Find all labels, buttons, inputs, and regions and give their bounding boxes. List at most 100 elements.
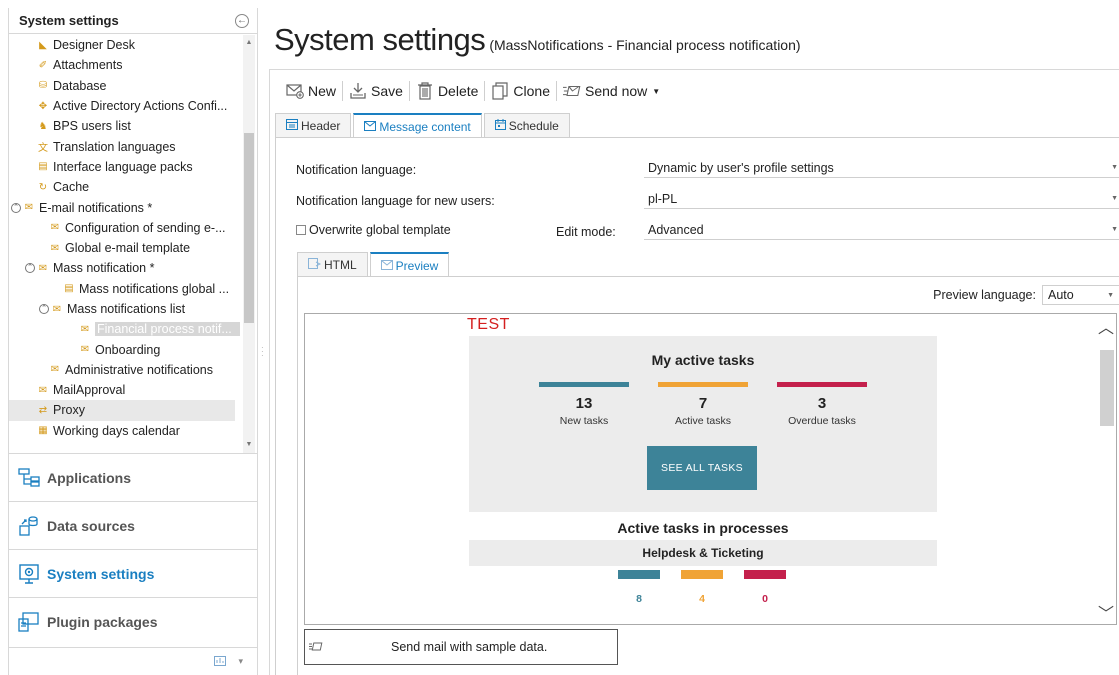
tree-item[interactable]: ⌃ ✉ E-mail notifications * [9,197,257,217]
active-tasks-in-processes-title: Active tasks in processes [617,520,789,536]
configure-buttons-icon[interactable] [214,655,227,668]
chevron-down-icon[interactable]: ▼ [243,439,255,451]
tree-item-label: Mass notification * [53,261,155,276]
tab-message-content[interactable]: Message content [353,113,482,138]
tree-item[interactable]: ✉ Financial process notif... [9,319,257,339]
nav-data-sources[interactable]: Data sources [9,501,257,549]
tree-item-label: Interface language packs [53,159,193,174]
tree-item-label: Designer Desk [53,38,135,53]
nav-applications[interactable]: Applications [9,453,257,501]
tree-item-label: E-mail notifications * [39,200,153,215]
collapse-panel-icon[interactable]: ← [235,13,249,28]
new-button[interactable]: New [280,78,342,104]
tree-item-label: Mass notifications list [67,302,186,316]
tree-item[interactable]: ▦ Working days calendar [9,421,257,441]
tree-item[interactable]: ▤ Interface language packs [9,157,257,177]
preview-scrollbar[interactable]: ︿ ﹀ [1096,314,1116,624]
process-stat-overdue: 0 [744,570,786,605]
test-label: TEST [467,316,510,333]
notification-language-value: Dynamic by user's profile settings [648,160,834,175]
collapse-node-icon[interactable]: ⌃ [11,202,21,213]
tree-item[interactable]: ✉ Onboarding [9,339,257,359]
tree-item[interactable]: ✉ Global e-mail template [9,238,257,258]
nav-system-settings-label: System settings [47,565,155,582]
new-mail-icon [286,82,304,100]
tab-schedule-label: Schedule [508,118,559,133]
see-all-tasks-button[interactable]: SEE ALL TASKS [647,446,757,490]
send-sample-mail-button[interactable]: Send mail with sample data. [304,629,618,665]
tree-item-label: Database [53,78,107,93]
tab-header[interactable]: Header [275,113,352,137]
tree-item[interactable]: ▤ Mass notifications global ... [9,279,257,299]
clone-icon [491,82,509,100]
delete-button[interactable]: Delete [410,78,484,104]
nav-applications-label: Applications [47,469,132,486]
chevron-down-icon: ▼ [1111,226,1118,233]
tree-item[interactable]: ✥ Active Directory Actions Confi... [9,96,257,116]
left-panel: System settings ← ◣ Designer Desk ✐ Attachm… [8,8,258,675]
email-preview-frame[interactable]: TEST My active tasks 13 New tasks 7 Acti… [304,313,1117,625]
notification-language-select[interactable]: Dynamic by user's profile settings ▼ [644,158,1119,178]
tree-item[interactable]: ✉ MailApproval [9,380,257,400]
page-title: System settings (MassNotifications - Fina… [274,22,801,58]
tree-item[interactable]: ◣ Designer Desk [9,35,257,55]
page-title-subtitle: (MassNotifications - Financial process n… [489,37,801,53]
save-icon [349,82,367,100]
collapse-node-icon[interactable]: ⌃ [25,263,35,274]
chevron-down-icon: ▼ [1111,164,1118,171]
my-active-tasks-card: My active tasks 13 New tasks 7 Active ta… [469,336,937,512]
tree-item[interactable]: ✐ Attachments [9,55,257,75]
nav-plugin-packages[interactable]: Plugin packages [9,597,257,645]
tree-item[interactable]: ⛁ Database [9,76,257,96]
tree-scrollbar[interactable]: ▲ ▼ [243,35,255,453]
trash-icon [416,82,434,100]
collapse-node-icon[interactable]: ⌃ [39,304,49,314]
nav-plugin-packages-label: Plugin packages [47,613,158,630]
tab-html[interactable]: HTML [297,252,368,276]
translate-icon: 文 [38,143,48,155]
tab-preview[interactable]: Preview [369,252,450,277]
edit-mode-select[interactable]: Advanced ▼ [644,220,1119,240]
proxy-icon: ⇄ [38,404,48,416]
overwrite-global-template-label: Overwrite global template [309,223,451,237]
chevron-down-icon[interactable]: ﹀ [1097,600,1115,624]
tab-schedule[interactable]: Schedule [483,113,570,137]
chevron-down-icon[interactable]: ▾ [238,656,243,667]
tree-item[interactable]: ⇄ Proxy [9,400,235,421]
tree-item-label: MailApproval [53,383,126,398]
scrollbar-thumb[interactable] [244,133,254,323]
language-pack-icon: ▤ [38,161,48,173]
chevron-up-icon[interactable]: ︿ [1097,314,1115,338]
tree-item[interactable]: 文 Translation languages [9,136,257,156]
overwrite-global-template-checkbox[interactable]: Overwrite global template [296,223,451,237]
stat-overdue-tasks: 3 Overdue tasks [777,382,867,427]
tree-item-label: Proxy [53,403,85,418]
tree-item[interactable]: ⌃ ✉ Mass notification * [9,258,257,278]
chevron-down-icon: ▼ [652,86,661,96]
users-icon: ♞ [38,120,48,132]
new-button-label: New [308,83,337,99]
send-now-button-label: Send now [585,83,648,99]
process-stat-new: 8 [618,570,660,605]
save-button[interactable]: Save [343,78,409,104]
tree-item[interactable]: ✉ Configuration of sending e-... [9,218,257,238]
main-tabs: Header Message content Schedule [275,113,572,138]
tree-item[interactable]: ✉ Administrative notifications [9,360,257,380]
send-now-button[interactable]: Send now ▼ [557,78,666,104]
preview-language-select[interactable]: Auto ▼ [1042,285,1119,305]
tree-item[interactable]: ♞ BPS users list [9,116,257,136]
edit-mode-label: Edit mode: [556,225,616,239]
clone-button[interactable]: Clone [485,78,556,104]
checkbox-box[interactable] [296,225,306,235]
new-users-language-select[interactable]: pl-PL ▼ [644,189,1119,209]
nav-system-settings[interactable]: System settings [9,549,257,597]
chevron-up-icon[interactable]: ▲ [243,37,255,49]
scrollbar-thumb[interactable] [1100,350,1114,426]
mail-config-icon: ✉ [50,222,60,234]
tree-item-label: Cache [53,180,90,195]
tree-item[interactable]: ↻ Cache [9,177,257,197]
panel-splitter[interactable]: · · · [259,8,267,675]
tree-item-label: Global e-mail template [65,241,191,256]
tree-item[interactable]: ⌃ ✉ Mass notifications list [9,299,257,319]
process-stat-number: 8 [636,593,642,605]
